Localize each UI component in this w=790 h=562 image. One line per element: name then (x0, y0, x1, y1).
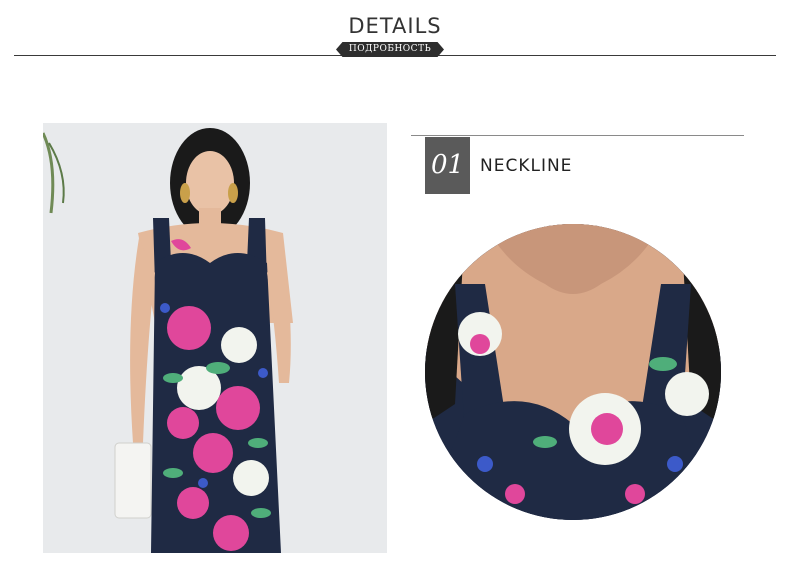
section-number-badge: 01 (425, 137, 470, 194)
neckline-closeup-photo (425, 224, 721, 520)
model-illustration (43, 123, 387, 553)
details-heading: DETAILS (348, 14, 442, 38)
details-subtitle-badge: ПОДРОБНОСТЬ (336, 42, 444, 57)
section-label: NECKLINE (480, 156, 573, 176)
product-details-page: DETAILS ПОДРОБНОСТЬ 01 NECKLINE (0, 0, 790, 562)
neckline-illustration (425, 224, 721, 520)
model-in-floral-dress-photo (43, 123, 387, 553)
section-divider (411, 135, 744, 136)
